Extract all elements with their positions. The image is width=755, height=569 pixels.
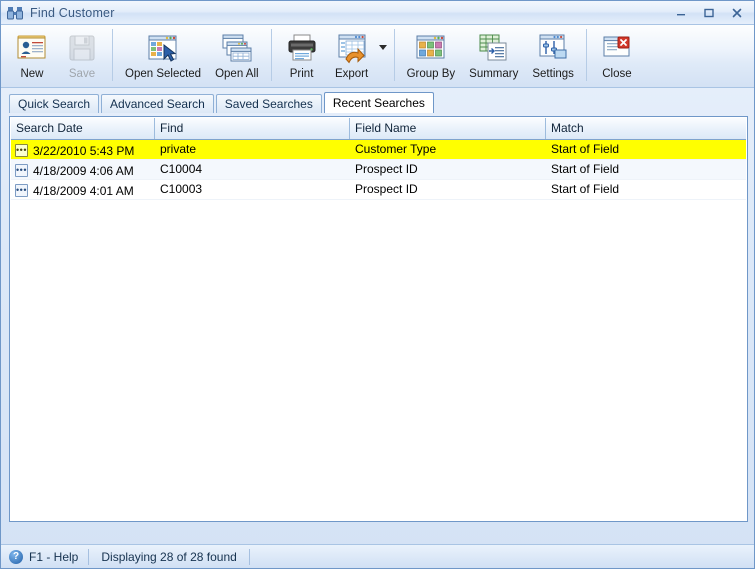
search-tabs: Quick Search Advanced Search Saved Searc… xyxy=(9,92,754,113)
open-all-button-label: Open All xyxy=(215,68,259,80)
table-row[interactable]: ••• 4/18/2009 4:01 AM C10003 Prospect ID… xyxy=(11,180,746,200)
open-selected-icon xyxy=(145,31,181,65)
cell-find: private xyxy=(155,140,350,159)
cell-search-date-text: 4/18/2009 4:06 AM xyxy=(33,163,134,178)
export-button[interactable]: Export xyxy=(327,27,377,85)
cell-find: C10003 xyxy=(160,182,203,196)
summary-icon xyxy=(476,31,512,65)
export-icon xyxy=(334,31,370,65)
cell-search-date: ••• 3/22/2010 5:43 PM xyxy=(11,140,155,159)
tab-saved-searches[interactable]: Saved Searches xyxy=(215,94,322,113)
open-all-icon xyxy=(219,31,255,65)
print-button[interactable]: Print xyxy=(277,27,327,85)
window-title: Find Customer xyxy=(30,5,115,20)
open-selected-button-label: Open Selected xyxy=(125,68,202,80)
cell-match: Start of Field xyxy=(546,140,746,159)
cell-search-date: ••• 4/18/2009 4:06 AM xyxy=(11,160,155,179)
printer-icon xyxy=(284,31,320,65)
new-button[interactable]: New xyxy=(7,27,57,85)
export-button-label: Export xyxy=(334,68,369,80)
tab-quick-search-label: Quick Search xyxy=(18,97,91,111)
cell-search-date-text: 3/22/2010 5:43 PM xyxy=(33,143,135,158)
toolbar: New Save Open Selected Open All Print Ex… xyxy=(1,25,754,88)
tab-advanced-search[interactable]: Advanced Search xyxy=(101,94,214,113)
new-button-label: New xyxy=(20,68,44,80)
status-bar: ? F1 - Help Displaying 28 of 28 found xyxy=(1,544,754,568)
column-header-find-label: Find xyxy=(160,121,184,135)
toolbar-separator-3 xyxy=(393,29,395,81)
question-mark-icon: ? xyxy=(9,549,23,564)
cell-match: Start of Field xyxy=(551,162,620,176)
maximize-button[interactable] xyxy=(696,4,722,22)
window-controls xyxy=(668,1,750,25)
cell-field-name: Prospect ID xyxy=(355,182,418,196)
toolbar-separator-4 xyxy=(585,29,587,81)
save-button-label: Save xyxy=(68,68,96,80)
grid-header-row: Search Date Find Field Name Match xyxy=(11,118,746,140)
cell-match: Start of Field xyxy=(551,182,620,196)
settings-icon xyxy=(535,31,571,65)
group-by-button[interactable]: Group By xyxy=(400,27,463,85)
column-header-match[interactable]: Match xyxy=(546,118,746,139)
status-divider-2 xyxy=(248,548,250,565)
find-customer-window: Find Customer New Save Open Selected Ope… xyxy=(0,0,755,569)
tab-recent-searches-label: Recent Searches xyxy=(332,96,425,110)
help-button[interactable]: ? F1 - Help xyxy=(1,545,88,569)
title-bar: Find Customer xyxy=(1,1,754,25)
column-header-field-name-label: Field Name xyxy=(355,121,417,135)
row-detail-button[interactable]: ••• xyxy=(15,164,28,177)
minimize-button[interactable] xyxy=(668,4,694,22)
close-toolbar-button-label: Close xyxy=(602,68,632,80)
cell-field-name: Prospect ID xyxy=(355,162,418,176)
export-group: Export xyxy=(327,25,389,85)
floppy-disk-icon xyxy=(64,31,100,65)
table-row[interactable]: ••• 3/22/2010 5:43 PM private Customer T… xyxy=(11,140,746,160)
column-header-find[interactable]: Find xyxy=(155,118,350,139)
save-button[interactable]: Save xyxy=(57,27,107,85)
print-button-label: Print xyxy=(289,68,314,80)
record-count-status: Displaying 28 of 28 found xyxy=(101,549,237,564)
summary-button[interactable]: Summary xyxy=(462,27,525,85)
chevron-down-icon xyxy=(378,45,387,50)
tab-recent-searches[interactable]: Recent Searches xyxy=(323,92,434,113)
column-header-field-name[interactable]: Field Name xyxy=(350,118,546,139)
table-row[interactable]: ••• 4/18/2009 4:06 AM C10004 Prospect ID… xyxy=(11,160,746,180)
cell-search-date-text: 4/18/2009 4:01 AM xyxy=(33,183,134,198)
toolbar-separator-2 xyxy=(270,29,272,81)
tab-quick-search[interactable]: Quick Search xyxy=(9,94,100,113)
open-selected-button[interactable]: Open Selected xyxy=(118,27,208,85)
column-header-search-date[interactable]: Search Date xyxy=(11,118,155,139)
column-header-match-label: Match xyxy=(551,121,584,135)
group-by-icon xyxy=(413,31,449,65)
binoculars-icon xyxy=(6,4,24,22)
cell-field-name: Customer Type xyxy=(350,140,546,159)
tab-advanced-search-label: Advanced Search xyxy=(110,97,205,111)
export-dropdown-button[interactable] xyxy=(377,25,389,83)
cell-find: C10004 xyxy=(160,162,203,176)
new-contact-icon xyxy=(14,31,50,65)
column-header-search-date-label: Search Date xyxy=(16,121,83,135)
grid-inner: Search Date Find Field Name Match ••• 3/… xyxy=(11,118,746,520)
settings-button-label: Settings xyxy=(532,68,574,80)
recent-searches-grid: Search Date Find Field Name Match ••• 3/… xyxy=(9,116,748,522)
summary-button-label: Summary xyxy=(469,68,519,80)
tab-saved-searches-label: Saved Searches xyxy=(224,97,313,111)
cell-search-date: ••• 4/18/2009 4:01 AM xyxy=(11,180,155,199)
close-window-icon xyxy=(599,31,635,65)
settings-button[interactable]: Settings xyxy=(525,27,581,85)
close-button[interactable] xyxy=(724,4,750,22)
close-toolbar-button[interactable]: Close xyxy=(592,27,642,85)
row-detail-button[interactable]: ••• xyxy=(15,184,28,197)
group-by-button-label: Group By xyxy=(406,68,456,80)
toolbar-separator-1 xyxy=(112,29,113,81)
open-all-button[interactable]: Open All xyxy=(208,27,265,85)
help-label: F1 - Help xyxy=(29,549,79,564)
row-detail-button[interactable]: ••• xyxy=(15,144,28,157)
